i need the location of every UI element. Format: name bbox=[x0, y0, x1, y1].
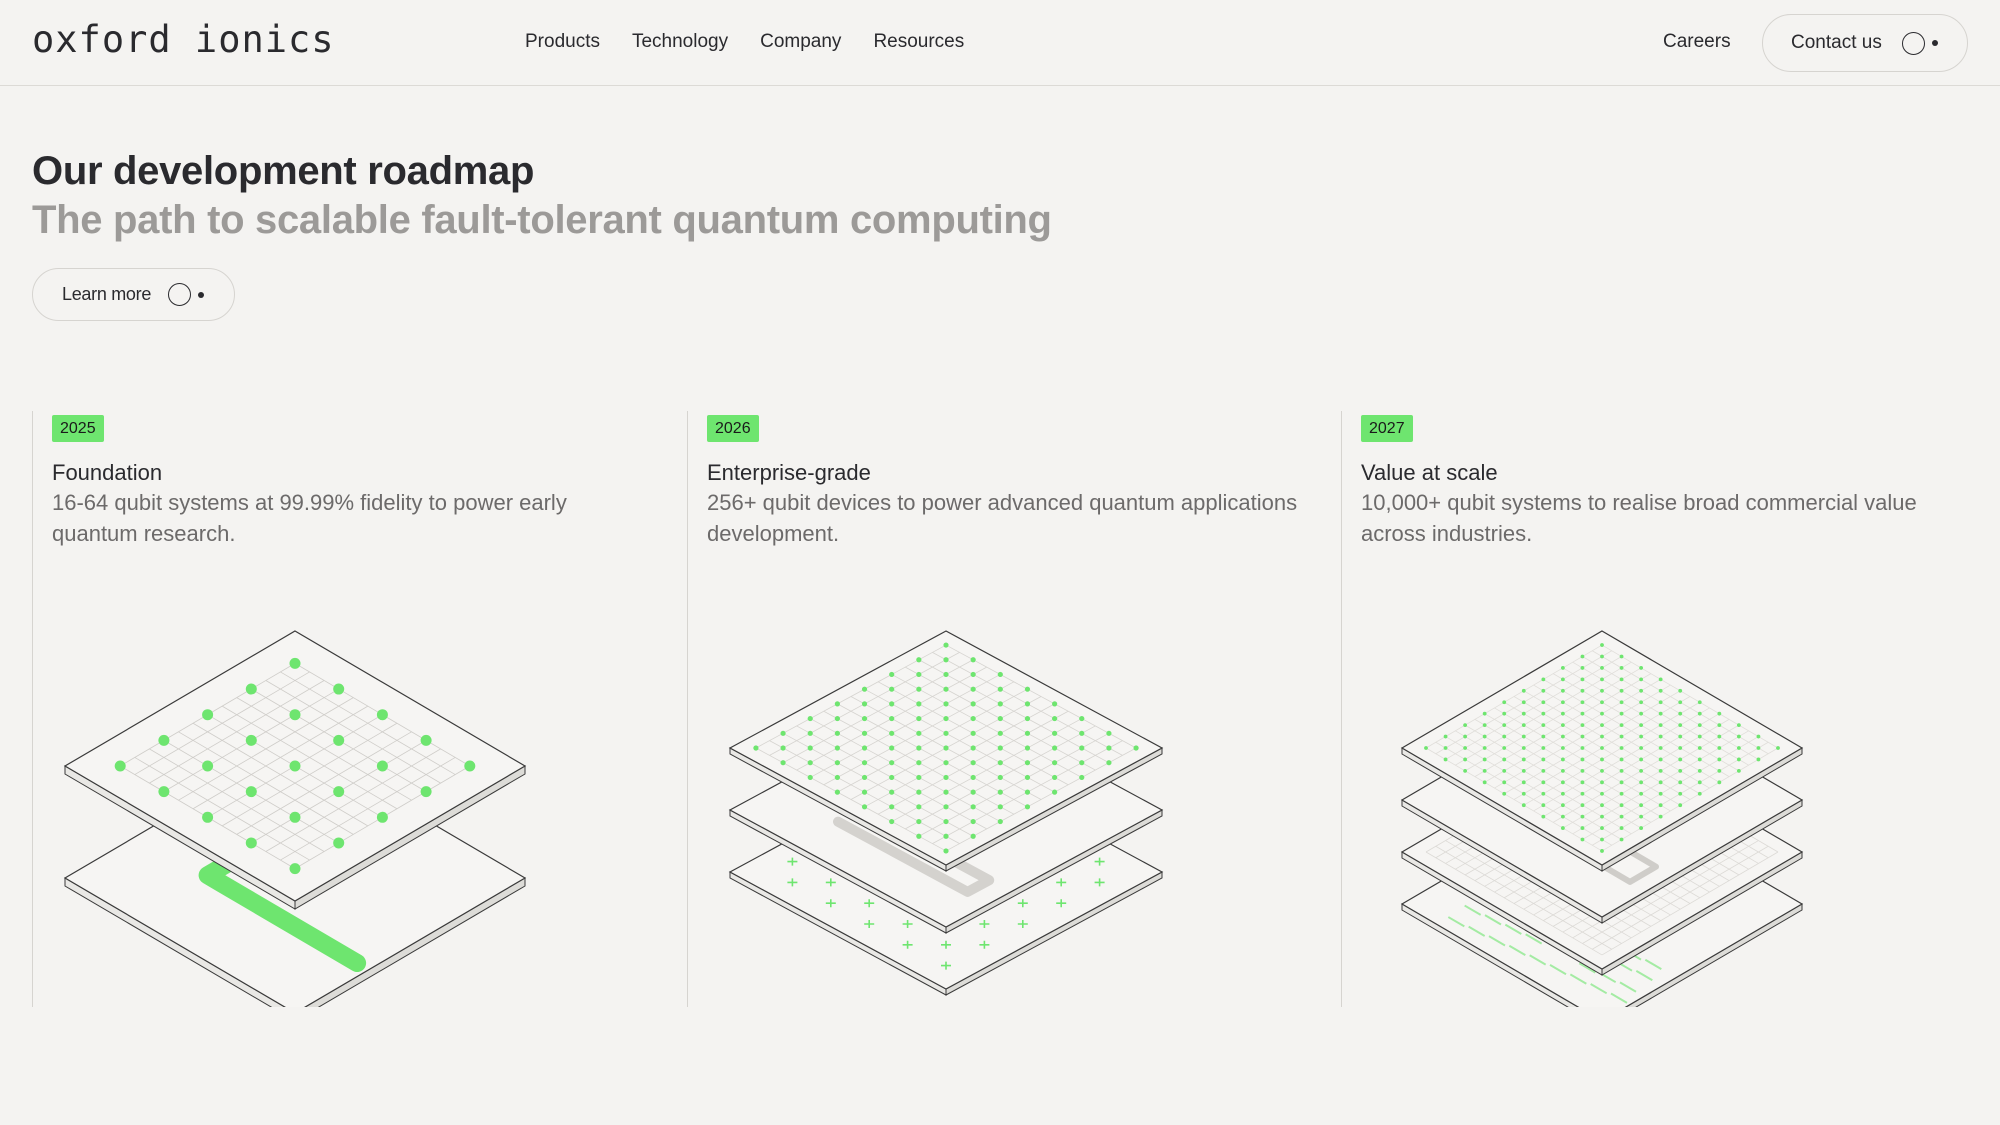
nav-technology[interactable]: Technology bbox=[632, 30, 728, 54]
roadmap-card-2025: 2025 Foundation 16-64 qubit systems at 9… bbox=[32, 411, 686, 1007]
year-badge: 2025 bbox=[52, 415, 104, 442]
year-badge: 2027 bbox=[1361, 415, 1413, 442]
chip-illustration-scale bbox=[1400, 630, 1804, 1007]
roadmap-card-2026: 2026 Enterprise-grade 256+ qubit devices… bbox=[687, 411, 1341, 1007]
card-description: 256+ qubit devices to power advanced qua… bbox=[707, 490, 1298, 546]
chip-illustration-foundation bbox=[63, 630, 527, 1007]
careers-link[interactable]: Careers bbox=[1663, 30, 1731, 54]
page-title: Our development roadmap bbox=[32, 149, 535, 193]
card-title: Value at scale bbox=[1361, 460, 1498, 485]
circle-dot-icon bbox=[1901, 31, 1938, 55]
nav-company[interactable]: Company bbox=[760, 30, 841, 54]
learn-more-button[interactable]: Learn more bbox=[32, 268, 235, 321]
contact-us-label: Contact us bbox=[1791, 32, 1882, 53]
site-header: oxford ionics Products Technology Compan… bbox=[0, 0, 2000, 86]
year-badge: 2026 bbox=[707, 415, 759, 442]
main-nav: Products Technology Company Resources bbox=[525, 30, 964, 54]
contact-us-button[interactable]: Contact us bbox=[1762, 14, 1968, 72]
nav-resources[interactable]: Resources bbox=[873, 30, 964, 54]
page-subtitle: The path to scalable fault-tolerant quan… bbox=[32, 198, 1052, 242]
roadmap-card-2027: 2027 Value at scale 10,000+ qubit system… bbox=[1341, 411, 1995, 1007]
card-title: Enterprise-grade bbox=[707, 460, 871, 485]
card-title: Foundation bbox=[52, 460, 163, 485]
card-description: 10,000+ qubit systems to realise broad c… bbox=[1361, 490, 1917, 546]
learn-more-label: Learn more bbox=[62, 284, 152, 304]
card-description: 16-64 qubit systems at 99.99% fidelity t… bbox=[52, 490, 567, 546]
logo[interactable]: oxford ionics bbox=[32, 18, 335, 62]
circle-dot-icon bbox=[168, 283, 205, 306]
nav-products[interactable]: Products bbox=[525, 30, 600, 54]
chip-illustration-enterprise bbox=[728, 630, 1164, 996]
